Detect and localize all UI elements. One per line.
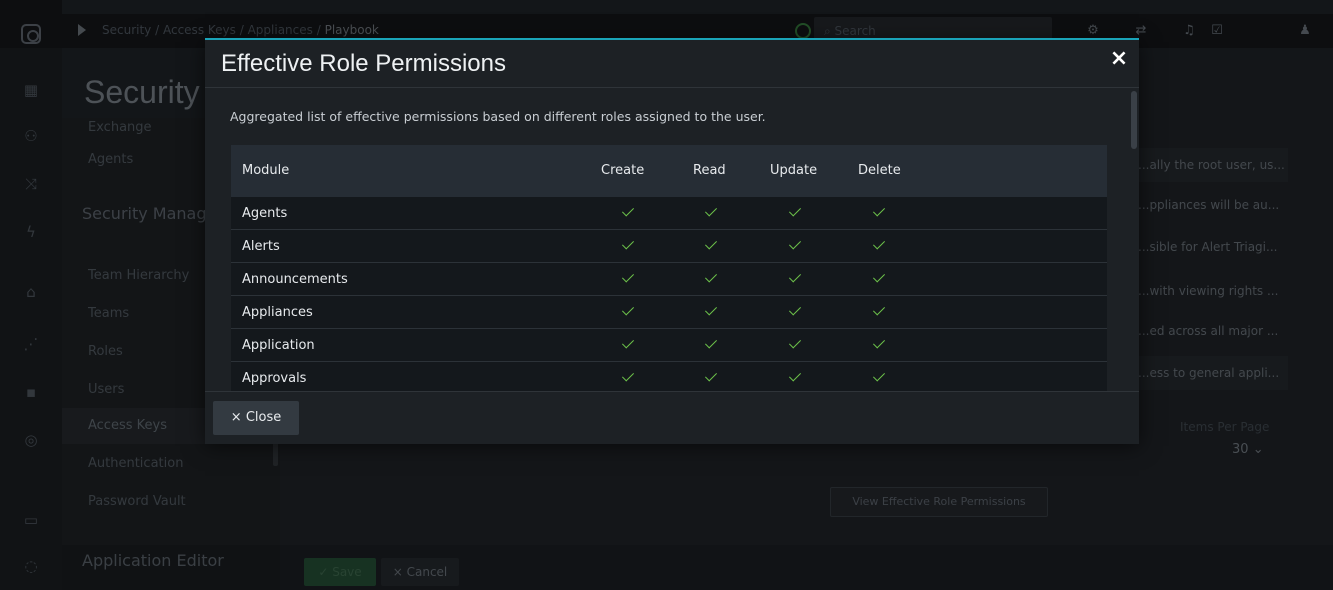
check-icon: [703, 271, 719, 287]
close-button[interactable]: × Close: [213, 401, 299, 435]
close-icon[interactable]: ×: [1107, 46, 1131, 72]
check-icon: [703, 337, 719, 353]
check-icon: [871, 238, 887, 254]
check-icon: [871, 271, 887, 287]
table-row: Alerts: [231, 230, 1107, 263]
module-name: Approvals: [242, 371, 307, 386]
modal-scrollbar[interactable]: [1131, 91, 1137, 149]
close-label: Close: [245, 410, 282, 425]
table-row: Agents: [231, 197, 1107, 230]
check-icon: [620, 370, 636, 386]
check-icon: [703, 205, 719, 221]
modal-header: Effective Role Permissions ×: [205, 40, 1139, 88]
modal-body: Aggregated list of effective permissions…: [205, 89, 1139, 391]
table-body: Agents Alerts Announcements Appliances Appli…: [231, 197, 1107, 391]
check-icon: [620, 304, 636, 320]
module-name: Announcements: [242, 272, 348, 287]
check-icon: [787, 337, 803, 353]
check-icon: [620, 271, 636, 287]
modal-description: Aggregated list of effective permissions…: [230, 109, 766, 124]
table-row: Announcements: [231, 263, 1107, 296]
modal-title: Effective Role Permissions: [221, 50, 506, 77]
column-module: Module: [242, 163, 290, 178]
module-name: Application: [242, 338, 315, 353]
check-icon: [871, 370, 887, 386]
close-icon: ×: [230, 410, 242, 425]
table-row: Appliances: [231, 296, 1107, 329]
column-update: Update: [770, 163, 818, 178]
table-header: Module Create Read Update Delete: [231, 145, 1107, 197]
check-icon: [871, 304, 887, 320]
check-icon: [620, 238, 636, 254]
check-icon: [871, 337, 887, 353]
column-delete: Delete: [858, 163, 901, 178]
module-name: Agents: [242, 206, 288, 221]
table-row: Approvals: [231, 362, 1107, 391]
module-name: Appliances: [242, 305, 313, 320]
check-icon: [787, 271, 803, 287]
column-read: Read: [693, 163, 726, 178]
check-icon: [620, 205, 636, 221]
permissions-modal: Effective Role Permissions × Aggregated …: [205, 38, 1139, 444]
check-icon: [703, 304, 719, 320]
column-create: Create: [601, 163, 645, 178]
check-icon: [787, 205, 803, 221]
check-icon: [703, 370, 719, 386]
check-icon: [787, 304, 803, 320]
modal-footer: × Close: [205, 391, 1139, 444]
permissions-table: Module Create Read Update Delete Agents A…: [231, 145, 1107, 391]
check-icon: [787, 370, 803, 386]
check-icon: [871, 205, 887, 221]
module-name: Alerts: [242, 239, 280, 254]
check-icon: [787, 238, 803, 254]
table-row: Application: [231, 329, 1107, 362]
check-icon: [703, 238, 719, 254]
check-icon: [620, 337, 636, 353]
